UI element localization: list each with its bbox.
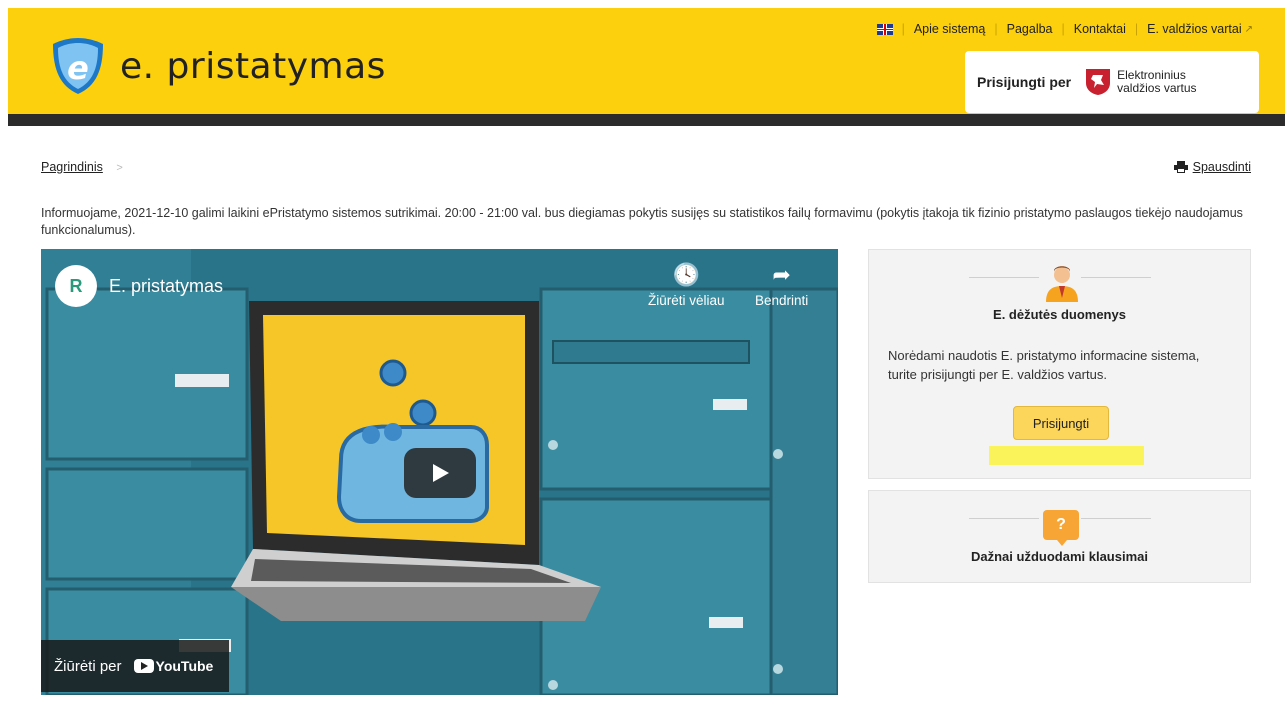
logo-text: e. pristatymas (120, 45, 386, 87)
print-link[interactable]: Spausdinti (1193, 160, 1251, 174)
highlight-mark (989, 446, 1144, 465)
breadcrumb: Pagrindinis > (41, 160, 123, 174)
login-via-label: Prisijungti per (977, 74, 1072, 90)
mailbox-data-card: E. dėžutės duomenys Norėdami naudotis E.… (868, 249, 1251, 479)
printer-icon (1173, 161, 1188, 173)
question-mark-icon: ? (1043, 510, 1079, 546)
nav-about-link[interactable]: Apie sistemą (914, 22, 986, 36)
faq-card[interactable]: ? Dažnai užduodami klausimai (868, 490, 1251, 583)
mailbox-data-title: E. dėžutės duomenys (993, 307, 1126, 322)
mailbox-info-text: Norėdami naudotis E. pristatymo informac… (888, 348, 1200, 382)
share-button[interactable]: ➦ Bendrinti (755, 262, 808, 309)
site-header: e e. pristatymas | Apie sistemą | Pagalb… (8, 8, 1285, 114)
coat-of-arms-icon (1086, 69, 1111, 95)
gateway-login-button[interactable]: Prisijungti per Elektroninius valdžios v… (965, 51, 1259, 113)
video-player[interactable]: R E. pristatymas 🕓 Žiūrėti vėliau ➦ Bend… (41, 249, 838, 695)
chevron-right-icon: > (116, 162, 123, 174)
video-channel-title[interactable]: R E. pristatymas (55, 265, 223, 307)
gateway-label: Elektroninius valdžios vartus (1117, 68, 1197, 95)
header-divider-bar (8, 114, 1285, 126)
youtube-logo-icon: YouTube (133, 658, 213, 674)
video-title[interactable]: E. pristatymas (109, 276, 223, 297)
top-navigation: | Apie sistemą | Pagalba | Kontaktai | E… (876, 22, 1253, 36)
channel-avatar[interactable]: R (55, 265, 97, 307)
watch-later-button[interactable]: 🕓 Žiūrėti vėliau (648, 262, 725, 309)
maintenance-notice: Informuojame, 2021-12-10 galimi laikini … (41, 206, 1243, 237)
nav-help-link[interactable]: Pagalba (1007, 22, 1053, 36)
e-shield-icon: e (53, 38, 103, 94)
nav-egov-gateway-link[interactable]: E. valdžios vartai (1147, 22, 1241, 36)
play-button[interactable] (404, 448, 476, 498)
svg-text:e: e (67, 49, 89, 87)
user-icon (1046, 266, 1078, 302)
login-button[interactable]: Prisijungti (1013, 406, 1109, 440)
faq-title[interactable]: Dažnai užduodami klausimai (869, 549, 1250, 564)
watch-on-youtube-button[interactable]: Žiūrėti per YouTube (41, 640, 229, 692)
site-logo[interactable]: e e. pristatymas (48, 36, 386, 96)
share-arrow-icon: ➦ (772, 262, 791, 287)
uk-flag-icon[interactable] (876, 23, 893, 35)
external-link-icon: ↗ (1244, 23, 1253, 35)
breadcrumb-home-link[interactable]: Pagrindinis (41, 160, 103, 174)
clock-icon: 🕓 (672, 262, 700, 287)
nav-contacts-link[interactable]: Kontaktai (1074, 22, 1126, 36)
print-action[interactable]: Spausdinti (1173, 160, 1251, 174)
